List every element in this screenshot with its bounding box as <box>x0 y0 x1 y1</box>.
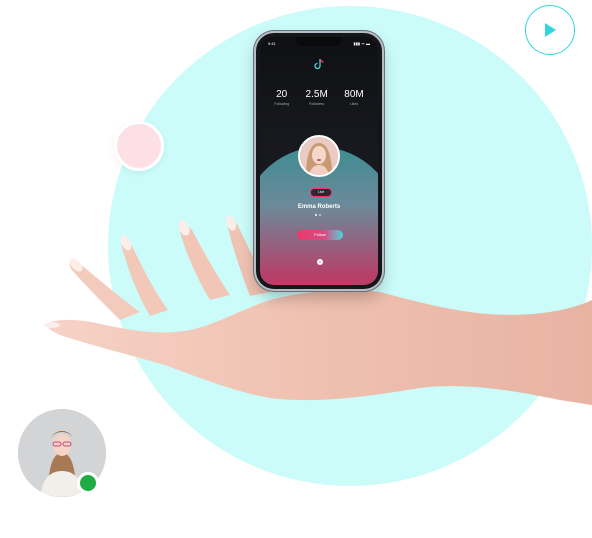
status-time: 9:41 <box>268 41 276 46</box>
stat-label: Followers <box>309 102 325 106</box>
phone-screen: 9:41 ▮▮▮ ᯤ ▬ 20 Following 2.5M Followers <box>260 37 378 285</box>
live-badge: Live <box>310 188 332 197</box>
hero-illustration: 9:41 ▮▮▮ ᯤ ▬ 20 Following 2.5M Followers <box>0 0 592 538</box>
follow-button[interactable]: Follow <box>297 230 343 240</box>
phone-notch <box>296 37 342 46</box>
profile-name: Emma Roberts <box>297 204 341 210</box>
close-icon[interactable]: × <box>317 259 323 265</box>
profile-stats: 20 Following 2.5M Followers 80M Likes <box>260 89 378 106</box>
pager-dots <box>315 214 321 216</box>
stat-label: Likes <box>349 102 359 106</box>
stat-label: Following <box>274 102 290 106</box>
profile-avatar[interactable] <box>298 135 340 177</box>
stat-followers[interactable]: 2.5M Followers <box>306 89 328 106</box>
tiktok-logo-icon <box>312 57 326 71</box>
stat-following[interactable]: 20 Following <box>274 89 289 106</box>
online-status-icon <box>77 472 99 494</box>
stat-likes[interactable]: 80M Likes <box>344 89 363 106</box>
phone-mockup: 9:41 ▮▮▮ ᯤ ▬ 20 Following 2.5M Followers <box>256 33 382 289</box>
stat-value: 2.5M <box>305 89 328 100</box>
stat-value: 80M <box>344 89 364 100</box>
stat-value: 20 <box>276 89 288 100</box>
status-icons: ▮▮▮ ᯤ ▬ <box>353 41 370 46</box>
